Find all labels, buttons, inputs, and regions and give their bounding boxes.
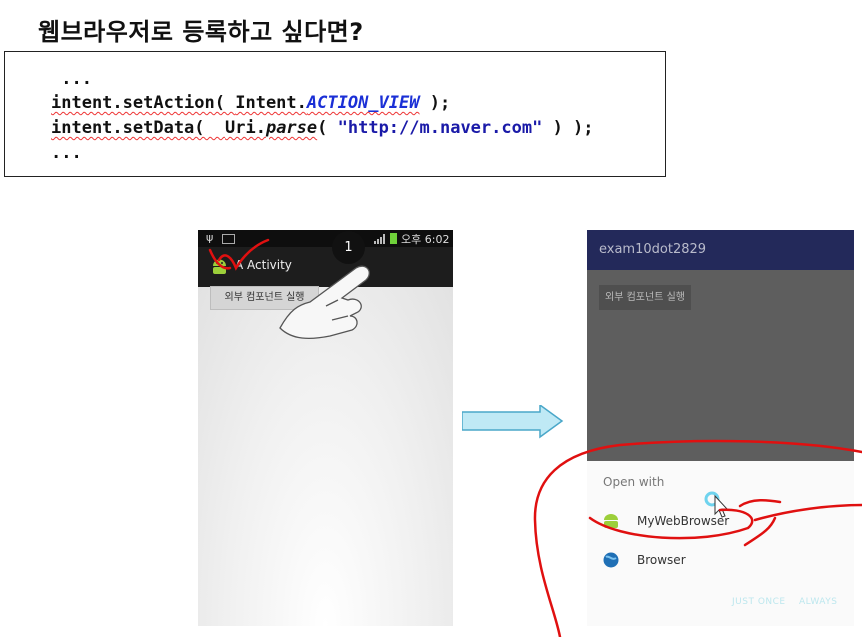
red-annotation-strokes xyxy=(208,238,862,637)
